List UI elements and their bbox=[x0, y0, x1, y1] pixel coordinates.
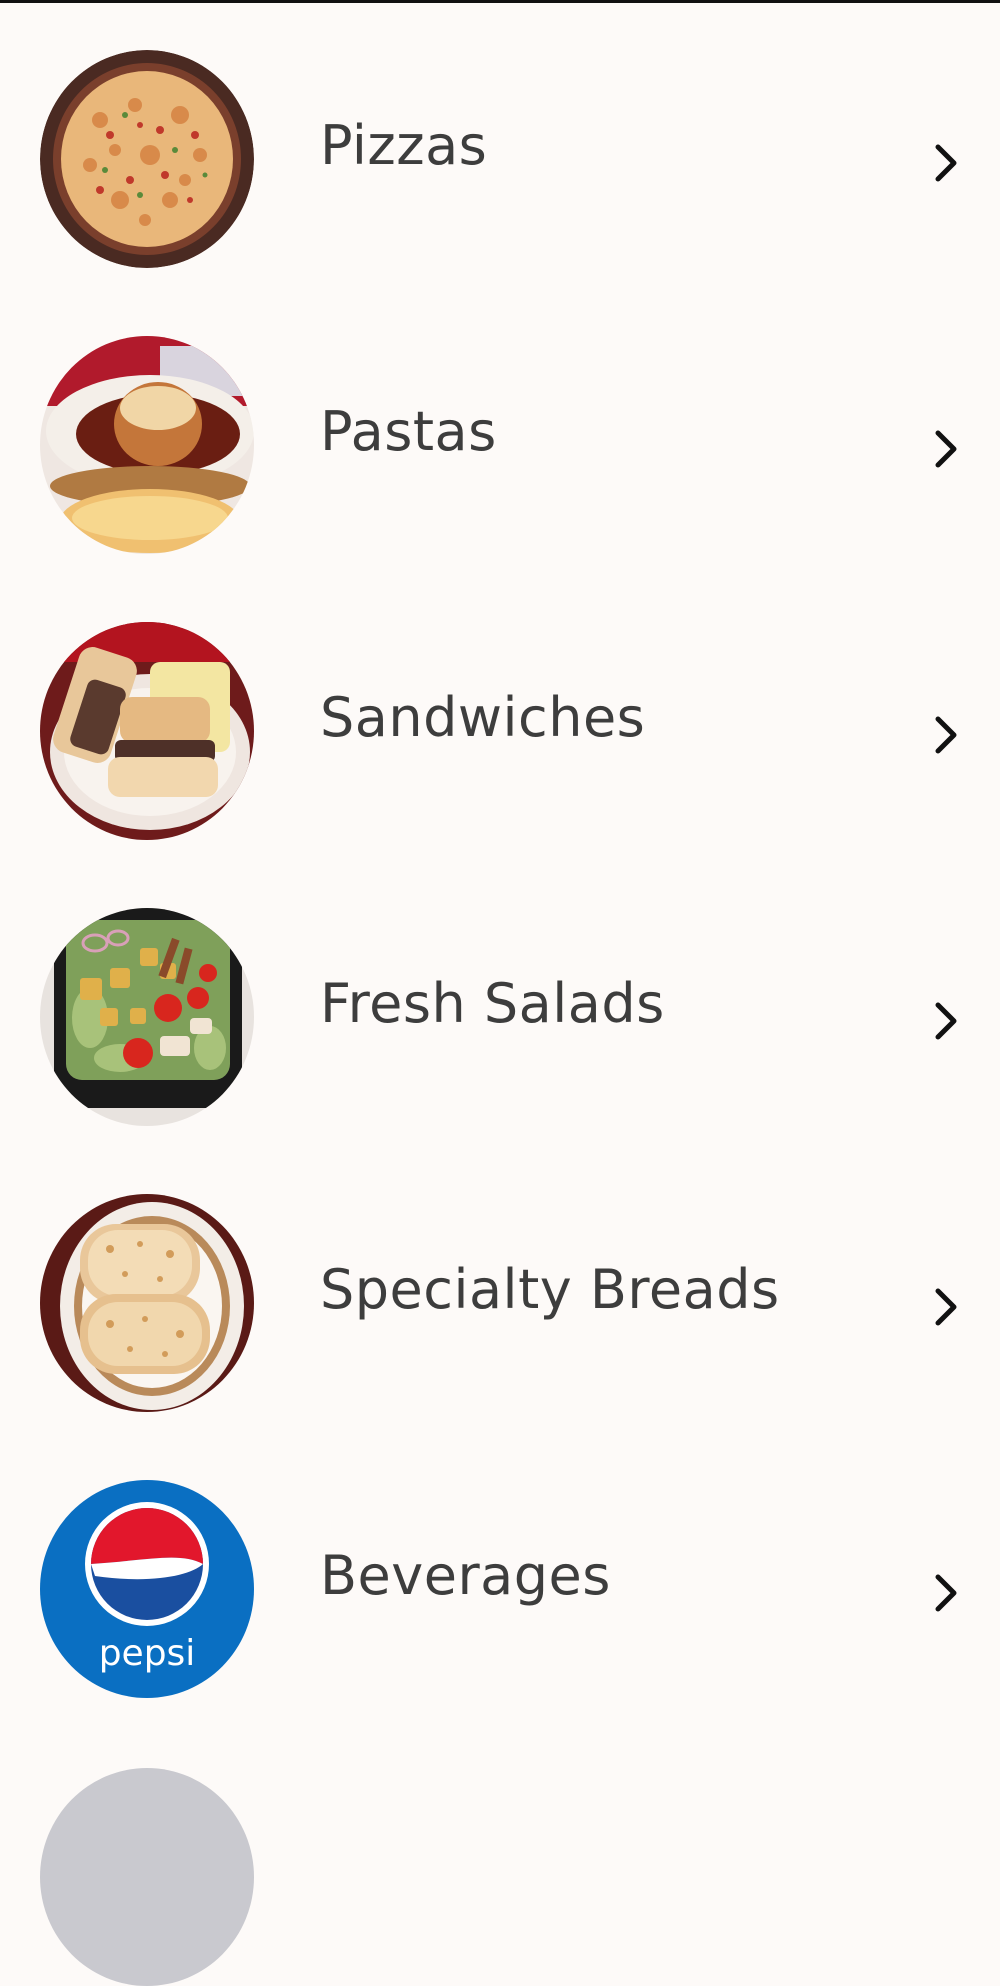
chevron-right-icon bbox=[928, 1571, 964, 1615]
category-row-fresh-salads[interactable]: Fresh Salads bbox=[0, 861, 1000, 1147]
chevron-right-icon bbox=[928, 999, 964, 1043]
category-row-beverages[interactable]: pepsi Beverages bbox=[0, 1433, 1000, 1719]
category-label: Pizzas bbox=[320, 114, 488, 177]
bread-photo-icon bbox=[40, 1194, 254, 1412]
category-row-pastas[interactable]: Pastas bbox=[0, 289, 1000, 575]
sandwich-photo-icon bbox=[40, 622, 254, 840]
pepsi-logo-icon: pepsi bbox=[40, 1480, 254, 1698]
pasta-photo-icon bbox=[40, 336, 254, 554]
category-label: Sandwiches bbox=[320, 686, 646, 749]
category-list: Pizzas Pastas Sandwiches Fresh Salads Sp… bbox=[0, 3, 1000, 1719]
pepsi-logo-text: pepsi bbox=[99, 1633, 196, 1674]
next-category-photo-icon[interactable] bbox=[40, 1768, 254, 1986]
category-row-specialty-breads[interactable]: Specialty Breads bbox=[0, 1147, 1000, 1433]
category-label: Beverages bbox=[320, 1544, 611, 1607]
chevron-right-icon bbox=[928, 427, 964, 471]
category-label: Pastas bbox=[320, 400, 497, 463]
chevron-right-icon bbox=[928, 141, 964, 185]
chevron-right-icon bbox=[928, 1285, 964, 1329]
pizza-photo-icon bbox=[40, 50, 254, 268]
category-row-pizzas[interactable]: Pizzas bbox=[0, 3, 1000, 289]
category-row-sandwiches[interactable]: Sandwiches bbox=[0, 575, 1000, 861]
salad-photo-icon bbox=[40, 908, 254, 1126]
category-label: Fresh Salads bbox=[320, 972, 665, 1035]
category-label: Specialty Breads bbox=[320, 1258, 780, 1321]
chevron-right-icon bbox=[928, 713, 964, 757]
